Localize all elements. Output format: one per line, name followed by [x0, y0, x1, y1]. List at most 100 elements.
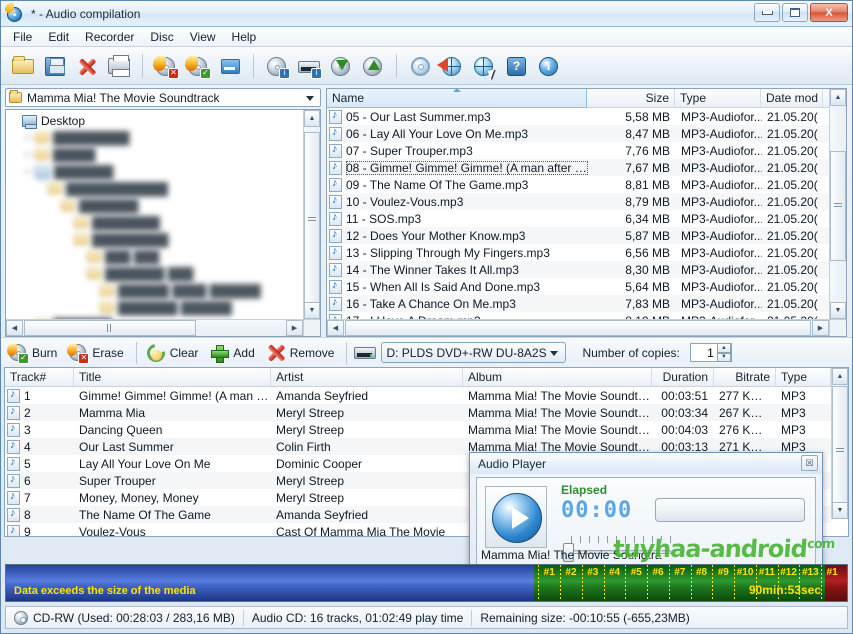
burn-start-icon[interactable]: ✓ — [184, 52, 212, 80]
tree-item[interactable]: ███████ — [10, 197, 303, 214]
file-list[interactable]: NameSizeTypeDate mod 05 - Our Last Summe… — [326, 88, 847, 337]
scroll-down-button[interactable]: ▼ — [304, 302, 320, 319]
track-column-header-bitrate[interactable]: Bitrate — [714, 368, 776, 386]
track-list-header[interactable]: Track#TitleArtistAlbumDurationBitrateTyp… — [5, 368, 848, 387]
path-combo[interactable]: Mamma Mia! The Movie Soundtrack — [5, 88, 321, 107]
file-list-row[interactable]: 13 - Slipping Through My Fingers.mp36,56… — [327, 244, 829, 261]
menu-item-disc[interactable]: Disc — [142, 28, 181, 46]
scroll-up-button[interactable]: ▲ — [830, 89, 846, 106]
file-list-row[interactable]: 11 - SOS.mp36,34 MBMP3-Audiofor...21.05.… — [327, 210, 829, 227]
file-list-row[interactable]: 07 - Super Trouper.mp37,76 MBMP3-Audiofo… — [327, 142, 829, 159]
file-list-horizontal-scrollbar[interactable]: ◀ ▶ — [327, 319, 829, 336]
window-icon[interactable] — [216, 52, 244, 80]
track-row[interactable]: 2Mamma MiaMeryl StreepMamma Mia! The Mov… — [5, 404, 831, 421]
menu-item-view[interactable]: View — [182, 28, 224, 46]
tree-item[interactable]: ▷█████ — [10, 146, 303, 163]
stepper-up-icon[interactable]: ▲ — [717, 343, 731, 353]
burn-cancel-icon[interactable]: ✕ — [152, 52, 180, 80]
scroll-down-button[interactable]: ▼ — [832, 502, 848, 519]
tree-item[interactable]: Desktop — [10, 112, 303, 129]
print-icon[interactable] — [105, 52, 133, 80]
track-column-header-title[interactable]: Title — [74, 368, 271, 386]
tree-item[interactable]: ▷█████████ — [10, 129, 303, 146]
internet-update-icon[interactable] — [438, 52, 466, 80]
scroll-thumb[interactable] — [304, 132, 320, 307]
file-list-row[interactable]: 16 - Take A Chance On Me.mp37,83 MBMP3-A… — [327, 295, 829, 312]
scroll-up-button[interactable]: ▲ — [304, 110, 320, 127]
folder-tree[interactable]: Desktop▷█████████▷█████▷████████████████… — [5, 109, 321, 337]
add-button[interactable]: Add — [206, 340, 260, 366]
track-column-header-album[interactable]: Album — [463, 368, 652, 386]
file-list-row[interactable]: 17 - I Have A Dream.mp38,19 MBMP3-Audiof… — [327, 312, 829, 319]
track-row[interactable]: 3Dancing QueenMeryl StreepMamma Mia! The… — [5, 421, 831, 438]
scroll-left-button[interactable]: ◀ — [327, 320, 344, 336]
menu-item-help[interactable]: Help — [224, 28, 265, 46]
track-column-header-artist[interactable]: Artist — [271, 368, 463, 386]
tree-item[interactable]: ▷███████ — [10, 163, 303, 180]
tree-item[interactable]: ███████ ██████ — [10, 299, 303, 316]
seek-slider[interactable] — [655, 498, 805, 522]
play-button[interactable] — [492, 493, 542, 543]
scroll-thumb-h[interactable] — [24, 320, 196, 336]
track-column-header-duration[interactable]: Duration — [652, 368, 714, 386]
scroll-thumb[interactable] — [830, 151, 846, 261]
file-list-row[interactable]: 08 - Gimme! Gimme! Gimme! (A man after m… — [327, 159, 829, 176]
track-column-header-track-[interactable]: Track# — [5, 368, 74, 386]
tree-item[interactable]: ██████ ████ ██████ — [10, 282, 303, 299]
scroll-down-button[interactable]: ▼ — [830, 302, 846, 319]
recorder-select[interactable]: D: PLDS DVD+-RW DU-8A2S — [381, 342, 566, 363]
tree-item[interactable]: █████████ — [10, 231, 303, 248]
maximize-button[interactable] — [782, 3, 808, 22]
file-column-header-date-mod[interactable]: Date mod — [761, 89, 823, 107]
copies-stepper[interactable]: 1 ▲ ▼ — [690, 343, 732, 362]
close-button[interactable]: X — [810, 3, 848, 22]
tree-expander-icon[interactable]: ▷ — [23, 132, 35, 143]
file-column-header-size[interactable]: Size — [587, 89, 675, 107]
file-list-row[interactable]: 09 - The Name Of The Game.mp38,81 MBMP3-… — [327, 176, 829, 193]
file-list-vertical-scrollbar[interactable]: ▲ ▼ — [829, 89, 846, 319]
scroll-up-button[interactable]: ▲ — [832, 368, 848, 385]
scroll-right-button[interactable]: ▶ — [812, 320, 829, 336]
menu-item-recorder[interactable]: Recorder — [77, 28, 142, 46]
tree-expander-icon[interactable]: ▷ — [23, 149, 35, 160]
file-list-row[interactable]: 06 - Lay All Your Love On Me.mp38,47 MBM… — [327, 125, 829, 142]
clear-button[interactable]: Clear — [143, 340, 205, 366]
tree-expander-icon[interactable]: ▷ — [23, 166, 35, 177]
chevron-down-icon[interactable] — [550, 351, 558, 356]
about-info-icon[interactable]: i — [534, 52, 562, 80]
scroll-right-button[interactable]: ▶ — [286, 320, 303, 336]
settings-gear-icon[interactable] — [406, 52, 434, 80]
file-list-row[interactable]: 05 - Our Last Summer.mp35,58 MBMP3-Audio… — [327, 108, 829, 125]
menu-item-edit[interactable]: Edit — [40, 28, 77, 46]
track-row[interactable]: 1Gimme! Gimme! Gimme! (A man after...Ama… — [5, 387, 831, 404]
scroll-thumb[interactable] — [832, 386, 848, 516]
tree-item[interactable]: ███ ███ — [10, 248, 303, 265]
file-list-row[interactable]: 14 - The Winner Takes It All.mp38,30 MBM… — [327, 261, 829, 278]
minimize-button[interactable] — [754, 3, 780, 22]
scroll-thumb-h[interactable] — [345, 320, 811, 336]
track-list-vertical-scrollbar[interactable]: ▲ ▼ — [831, 368, 848, 519]
open-compilation-icon[interactable] — [9, 52, 37, 80]
save-compilation-icon[interactable] — [41, 52, 69, 80]
tree-item[interactable]: ████████████ — [10, 180, 303, 197]
tree-item[interactable]: ████████ — [10, 214, 303, 231]
tree-vertical-scrollbar[interactable]: ▲ ▼ — [303, 110, 320, 319]
audio-player-dialog[interactable]: Audio Player ☒ Elapsed 00:00 Mamma Mia! … — [469, 452, 823, 572]
file-list-row[interactable]: 10 - Voulez-Vous.mp38,79 MBMP3-Audiofor.… — [327, 193, 829, 210]
file-list-row[interactable]: 12 - Does Your Mother Know.mp35,87 MBMP3… — [327, 227, 829, 244]
track-column-header-type[interactable]: Type — [776, 368, 831, 386]
chevron-down-icon[interactable] — [306, 96, 314, 101]
erase-button[interactable]: ✕ Erase — [65, 340, 129, 366]
disc-read-icon[interactable] — [327, 52, 355, 80]
tree-horizontal-scrollbar[interactable]: ◀ ▶ — [6, 319, 303, 336]
disc-write-icon[interactable] — [359, 52, 387, 80]
file-column-header-type[interactable]: Type — [675, 89, 761, 107]
delete-icon[interactable] — [73, 52, 101, 80]
burn-button[interactable]: ✓ Burn — [5, 340, 63, 366]
tree-item[interactable]: ███████ ███ — [10, 265, 303, 282]
disc-info-icon[interactable]: i — [263, 52, 291, 80]
file-list-row[interactable]: 15 - When All Is Said And Done.mp35,64 M… — [327, 278, 829, 295]
drive-icon[interactable]: i — [295, 52, 323, 80]
stepper-down-icon[interactable]: ▼ — [717, 353, 731, 363]
menu-item-file[interactable]: File — [5, 28, 40, 46]
